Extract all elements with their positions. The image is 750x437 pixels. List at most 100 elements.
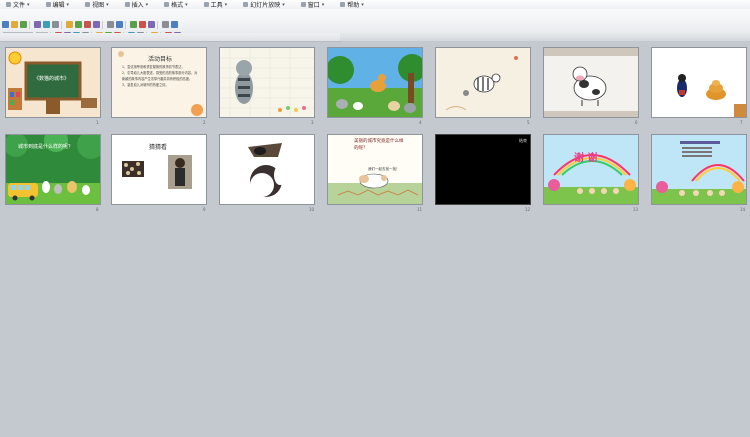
slide-number-4: 4 [419,120,422,125]
slide-thumbnail-2[interactable]: 活动目标 1、尝试用夸张和重复替换的故事情节表达， 2、引导幼儿大胆表述，感受形… [111,47,207,118]
paste-icon[interactable] [84,21,91,28]
menu-bar: 文件 ▾ 编辑 ▾ 视图 ▾ 插入 ▾ 格式 ▾ 工具 ▾ 幻灯片放映 ▾ 窗口 ▾ 帮助 ▾ [0,0,750,9]
menu-item-5[interactable]: 工具 ▾ [203,0,228,9]
slide-thumbnail-7[interactable] [651,47,747,118]
slide-thumbnail-12[interactable]: 结束 [435,134,531,205]
slide-number-11: 11 [417,207,423,212]
chart-icon[interactable] [139,21,146,28]
slide-thumbnail-5[interactable] [435,47,531,118]
new-icon[interactable] [2,21,9,28]
chevron-down-icon: ▾ [66,1,70,8]
edit-icon [45,2,51,7]
slide-2-title: 活动目标 [148,56,173,63]
format-icon [164,2,170,7]
menu-item-4[interactable]: 格式 ▾ [164,0,188,9]
print-icon[interactable] [34,21,41,28]
slide-1-art [6,48,100,117]
slide-sorter[interactable]: 《数猫的城市》 1 活动目标 1、尝试用夸张和重复替换的故事情节表达， 2、引导… [0,41,750,437]
menu-item-0[interactable]: 文件 ▾ [6,0,30,9]
zoom-icon[interactable] [162,21,169,28]
slide-thumbnail-8[interactable]: 城市到底是什么样的呢？ [5,134,101,205]
menu-item-6[interactable]: 幻灯片放映 ▾ [243,0,285,9]
slide-thumbnail-9[interactable]: 猜猜看 [111,134,207,205]
cut-icon[interactable] [66,21,73,28]
slide-10-art [220,135,314,204]
menu-item-label: 窗口 [307,2,320,9]
image-icon[interactable] [148,21,155,28]
slide-thumbnail-3[interactable] [219,47,315,118]
menu-item-label: 编辑 [52,2,65,9]
help-icon [340,2,346,7]
slide-thumbnail-10[interactable] [219,134,315,205]
menu-item-7[interactable]: 窗口 ▾ [300,0,325,9]
slide-8-title: 城市到底是什么样的呢？ [18,144,74,150]
chevron-down-icon: ▾ [106,1,109,8]
chevron-down-icon: ▾ [321,1,325,8]
menu-item-label: 帮助 [347,2,360,9]
tools-icon [203,2,209,7]
slide-thumbnail-1[interactable]: 《数猫的城市》 [5,47,101,118]
slide-4-art [328,48,422,117]
undo-icon[interactable] [107,21,114,28]
menu-item-label: 文件 [13,2,26,9]
menu-item-label: 幻灯片放映 [250,2,281,9]
slideshow-icon [243,2,249,7]
menu-item-label: 格式 [171,2,184,9]
spell-icon[interactable] [52,21,59,28]
toolbar-separator [125,20,126,29]
menu-item-label: 插入 [131,2,144,9]
slide-12-label: 结束 [519,138,527,143]
slide-13-title: 谢 谢 [574,153,598,164]
standard-toolbar [0,19,340,30]
slide-thumbnail-11[interactable]: 美丽的城市究竟是什么样的呢？ 我们一起去找一找！ [327,134,423,205]
slide-number-5: 5 [527,120,530,125]
slide-thumbnail-13[interactable]: 谢 谢 [543,134,639,205]
slide-2-body: 1、尝试用夸张和重复替换的故事情节表达， 2、引导幼儿大胆表述，感受形态的故事部… [122,65,198,87]
chevron-down-icon: ▾ [224,1,228,8]
menu-item-1[interactable]: 编辑 ▾ [45,0,70,9]
slide-5-art [436,48,530,117]
open-icon[interactable] [11,21,18,28]
save-icon[interactable] [20,21,27,28]
slide-number-2: 2 [203,120,206,125]
toolbar-separator [29,20,30,29]
copy-icon[interactable] [75,21,82,28]
slide-number-3: 3 [311,120,314,125]
redo-icon[interactable] [116,21,123,28]
chevron-down-icon: ▾ [27,1,30,8]
menu-item-label: 视图 [92,2,105,9]
chevron-down-icon: ▾ [282,1,285,8]
slide-number-14: 14 [740,207,746,212]
insert-icon [124,2,130,7]
slide-number-6: 6 [635,120,638,125]
slide-11-subtitle: 我们一起去找一找！ [368,167,400,171]
slide-9-title: 猜猜看 [149,144,168,151]
slide-number-1: 1 [96,120,99,125]
slide-7-art [652,48,746,117]
chevron-down-icon: ▾ [361,1,364,8]
view-icon [85,2,91,7]
help-icon[interactable] [171,21,178,28]
slide-thumbnail-6[interactable] [543,47,639,118]
slide-number-8: 8 [96,207,99,212]
slide-number-12: 12 [525,207,531,212]
menu-item-3[interactable]: 插入 ▾ [124,0,148,9]
slide-number-13: 13 [633,207,639,212]
chevron-down-icon: ▾ [185,1,188,8]
format-painter-icon[interactable] [93,21,100,28]
slide-thumbnail-4[interactable] [327,47,423,118]
slide-14-art [652,135,746,204]
toolbar-strip [340,33,750,41]
table-icon[interactable] [130,21,137,28]
preview-icon[interactable] [43,21,50,28]
slide-number-9: 9 [203,207,206,212]
slide-thumbnail-14[interactable] [651,134,747,205]
menu-item-label: 工具 [210,2,223,9]
slide-1-title: 《数猫的城市》 [34,76,70,82]
slide-number-7: 7 [740,120,743,125]
toolbar-separator [157,20,158,29]
menu-item-2[interactable]: 视图 ▾ [85,0,109,9]
slide-6-art [544,48,638,117]
menu-item-8[interactable]: 帮助 ▾ [340,0,364,9]
file-icon [6,2,11,7]
